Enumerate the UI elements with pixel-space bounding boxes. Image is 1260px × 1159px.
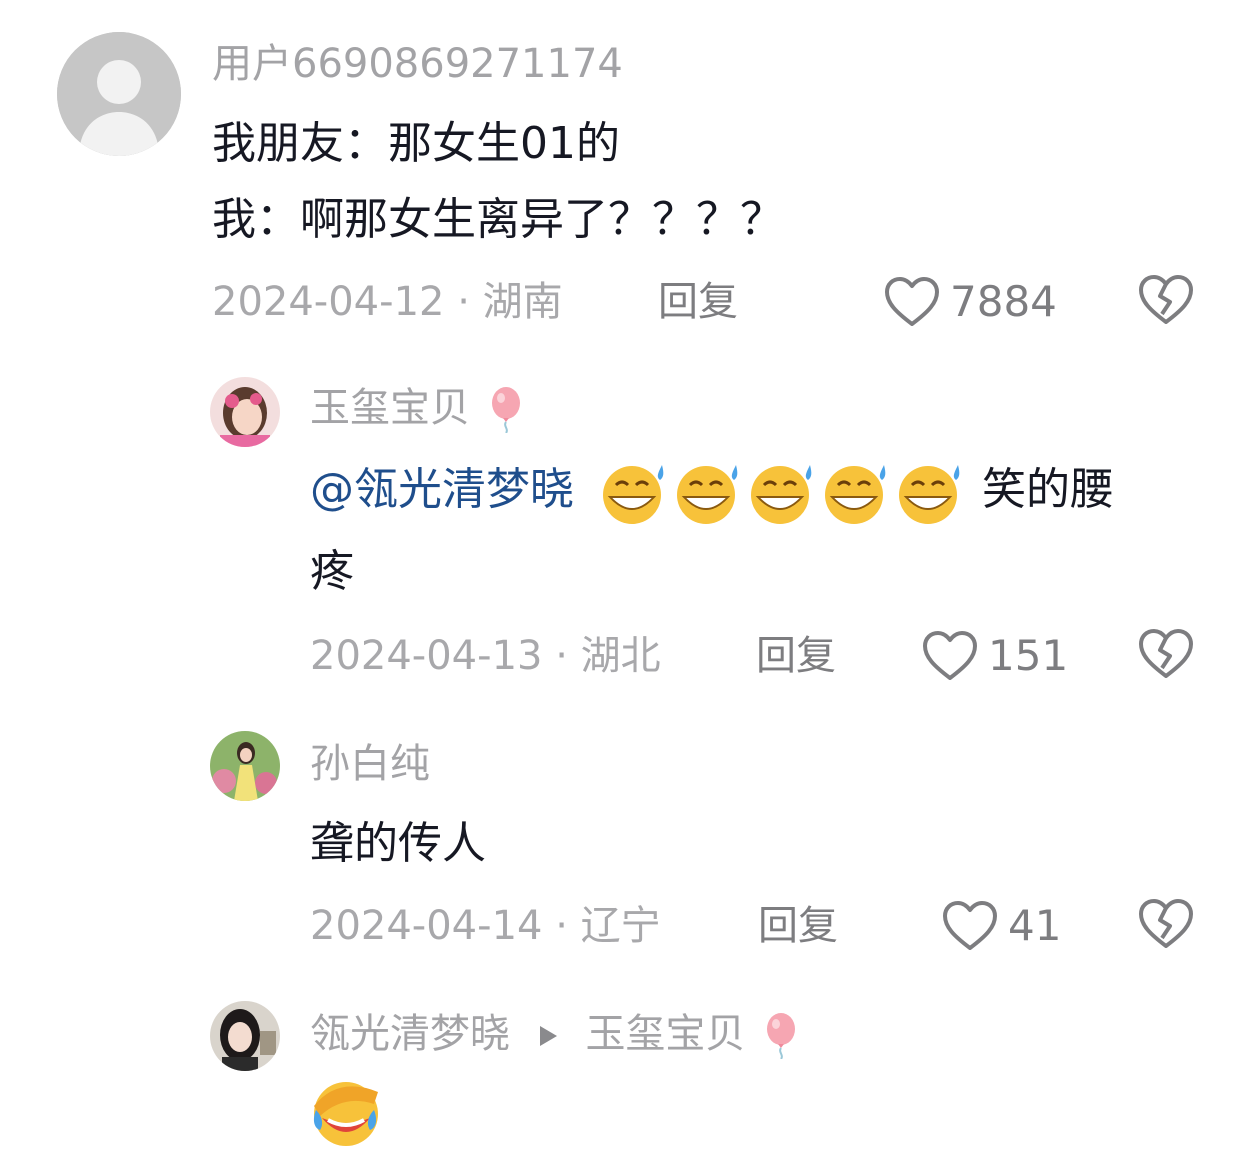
broken-heart-icon[interactable] (1138, 274, 1194, 326)
mention-link[interactable]: @瓴光清梦晓 (310, 464, 574, 515)
avatar-default[interactable] (57, 32, 181, 156)
comment-date: 2024-04-12 (212, 279, 445, 325)
play-triangle-icon (539, 1026, 557, 1046)
comment-date: 2024-04-13 (310, 633, 543, 679)
username[interactable]: 瓴光清梦晓 (310, 1011, 510, 1057)
sweat-grin-emoji (603, 465, 664, 524)
reply-button[interactable]: 回复 (756, 632, 836, 680)
meta-separator: · (457, 279, 483, 325)
broken-heart-icon[interactable] (1138, 898, 1194, 950)
comment-text: 我朋友：那女生01的 我：啊那女生离异了？？？？ (212, 106, 784, 258)
comment-region: 湖北 (580, 633, 661, 679)
heart-outline-icon[interactable] (922, 630, 978, 682)
comment-line: @瓴光清梦晓 笑的腰 (310, 452, 1210, 528)
comment-meta: 2024-04-13 · 湖北 (310, 632, 661, 680)
sweat-grin-emoji (825, 465, 886, 524)
sweat-grin-emoji (677, 465, 738, 524)
reply-button[interactable]: 回复 (658, 278, 738, 326)
meta-separator: · (555, 903, 581, 949)
avatar[interactable] (210, 731, 280, 801)
facepalm-laugh-emoji (313, 1082, 378, 1146)
comment-line: 我朋友：那女生01的 (212, 118, 620, 169)
username[interactable]: 用户6690869271174 (212, 40, 623, 88)
like-count: 151 (988, 631, 1069, 680)
comment-meta: 2024-04-14 · 辽宁 (310, 902, 661, 950)
avatar[interactable] (210, 377, 280, 447)
heart-outline-icon[interactable] (942, 900, 998, 952)
comment-line: 我：啊那女生离异了？？？？ (212, 194, 784, 245)
heart-outline-icon[interactable] (884, 276, 940, 328)
comment-line: 疼 (310, 546, 354, 597)
like-count: 7884 (950, 277, 1057, 326)
meta-separator: · (555, 633, 581, 679)
comment-date: 2024-04-14 (310, 903, 543, 949)
username-text: 玉玺宝贝 (310, 385, 470, 431)
reply-to-username[interactable]: 玉玺宝贝 (585, 1011, 745, 1057)
sweat-grin-emoji (899, 465, 960, 524)
avatar[interactable] (210, 1001, 280, 1071)
username[interactable]: 孙白纯 (310, 740, 430, 788)
comment-region: 湖南 (482, 279, 563, 325)
pink-balloon-icon (491, 387, 520, 433)
comment-text: 聋的传人 (310, 818, 486, 869)
comment-region: 辽宁 (580, 903, 661, 949)
comment-text: @瓴光清梦晓 笑的腰 疼 (310, 452, 1210, 610)
sweat-grin-emoji (751, 465, 812, 524)
like-count: 41 (1008, 901, 1062, 950)
reply-button[interactable]: 回复 (758, 902, 838, 950)
emoji-group (598, 464, 982, 524)
username[interactable]: 玉玺宝贝 (310, 384, 523, 433)
comment-meta: 2024-04-12 · 湖南 (212, 278, 563, 326)
broken-heart-icon[interactable] (1138, 628, 1194, 680)
reply-header: 瓴光清梦晓 玉玺宝贝 (310, 1010, 798, 1059)
pink-balloon-icon (767, 1013, 796, 1059)
comment-text-tail: 笑的腰 (982, 464, 1114, 515)
